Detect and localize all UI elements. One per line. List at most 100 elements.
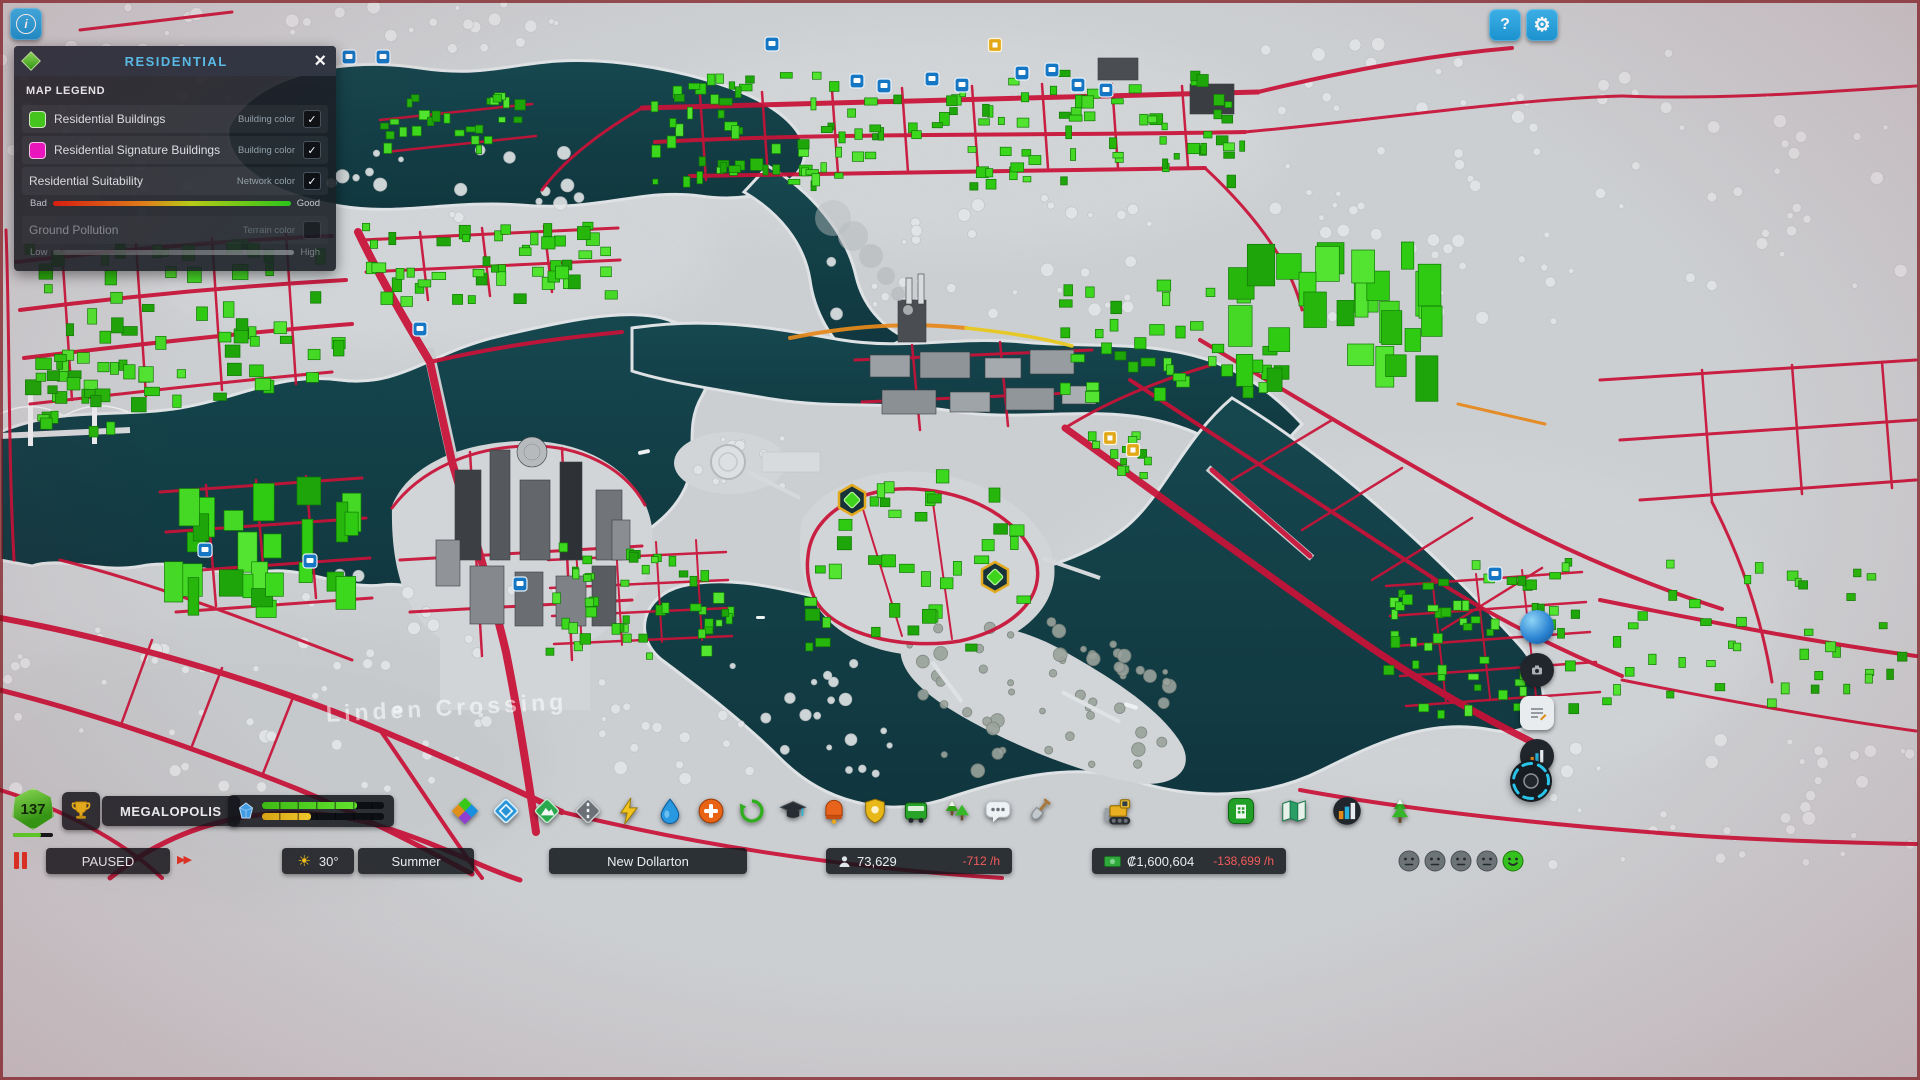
residential-buildings-checkbox[interactable]: ✓ <box>303 110 321 128</box>
areas-icon[interactable] <box>487 792 525 830</box>
transit-stop-marker-icon[interactable] <box>764 36 780 52</box>
map-view-button[interactable] <box>1520 610 1554 644</box>
population-trend: -712 /h <box>962 854 1000 868</box>
signature-buildings-checkbox[interactable]: ✓ <box>303 141 321 159</box>
milestone-name[interactable]: MEGALOPOLIS <box>102 796 240 826</box>
treasury-trend: -138,699 /h <box>1213 854 1274 868</box>
notes-icon <box>1531 708 1547 721</box>
happiness-face-neutral <box>1450 850 1472 872</box>
education-icon[interactable] <box>774 792 812 830</box>
water-icon[interactable] <box>651 792 689 830</box>
info-toolbar <box>1222 792 1419 830</box>
temperature-display[interactable]: ☀ 30° <box>282 848 354 874</box>
fire-rescue-icon[interactable] <box>815 792 853 830</box>
suitability-gradient-bar <box>52 201 291 206</box>
right-tool-stack <box>1520 610 1554 773</box>
construction-toolbar <box>446 792 1058 830</box>
pollution-scale: Low High <box>30 247 320 258</box>
happiness-face-neutral <box>1398 850 1420 872</box>
sun-icon: ☀ <box>297 853 311 870</box>
population-display[interactable]: 73,629 -712 /h <box>826 848 1012 874</box>
garbage-icon[interactable] <box>733 792 771 830</box>
residential-color-swatch <box>29 110 46 128</box>
map-tiles-icon[interactable] <box>1275 792 1313 830</box>
treasury-display[interactable]: ₡1,600,604 -138,699 /h <box>1092 848 1286 874</box>
transit-stop-marker-icon[interactable] <box>512 576 528 592</box>
transit-stop-marker-icon[interactable] <box>1044 62 1060 78</box>
transport-icon[interactable] <box>897 792 935 830</box>
transit-stop-marker-icon[interactable] <box>1098 82 1114 98</box>
achievements-button[interactable] <box>62 792 100 830</box>
terrain-icon[interactable] <box>528 792 566 830</box>
residential-infoview-panel: RESIDENTIAL × MAP LEGEND Residential Bui… <box>14 46 336 271</box>
help-icon: ? <box>1500 16 1510 33</box>
milestone-marker-icon[interactable] <box>980 560 1010 594</box>
bulldozer-icon[interactable] <box>1098 790 1140 832</box>
communications-icon[interactable] <box>979 792 1017 830</box>
progress-pill[interactable] <box>228 795 394 827</box>
transit-stop-marker-icon[interactable] <box>197 542 213 558</box>
simulation-state: PAUSED <box>46 848 170 874</box>
speed-control[interactable]: ▶▶ <box>177 853 192 866</box>
pollution-checkbox[interactable] <box>303 221 321 239</box>
zones-icon[interactable] <box>446 792 484 830</box>
transit-stop-marker-icon[interactable] <box>341 49 357 65</box>
radio-button[interactable] <box>1508 758 1554 809</box>
progress-bars <box>262 802 384 820</box>
poi-marker-icon[interactable] <box>1125 442 1141 458</box>
transit-stop-marker-icon[interactable] <box>876 78 892 94</box>
milestone-marker-icon[interactable] <box>837 483 867 517</box>
transit-stop-marker-icon[interactable] <box>302 553 318 569</box>
info-button[interactable]: i <box>10 8 42 40</box>
health-icon[interactable] <box>692 792 730 830</box>
photo-mode-button[interactable] <box>1520 653 1554 687</box>
transit-stop-marker-icon[interactable] <box>924 71 940 87</box>
gear-icon: ⚙ <box>1533 14 1551 36</box>
money-icon <box>1104 855 1121 867</box>
happiness-indicator[interactable] <box>1398 850 1524 872</box>
nature-icon[interactable] <box>1381 792 1419 830</box>
journal-button[interactable] <box>1520 696 1554 730</box>
suitability-checkbox[interactable]: ✓ <box>303 172 321 190</box>
milestone-xp-bar <box>13 833 53 837</box>
residential-zone-icon <box>21 51 41 71</box>
happiness-face-neutral <box>1476 850 1498 872</box>
legend-row-suitability: Residential Suitability Network color ✓ <box>22 167 328 195</box>
city-services-icon[interactable] <box>1222 792 1260 830</box>
transit-stop-marker-icon[interactable] <box>375 49 391 65</box>
suitability-scale: Bad Good <box>30 198 320 209</box>
roads-icon[interactable] <box>569 792 607 830</box>
panel-title: RESIDENTIAL <box>124 53 228 69</box>
settings-button[interactable]: ⚙ <box>1526 9 1558 41</box>
pause-button[interactable] <box>14 852 27 869</box>
poi-marker-icon[interactable] <box>987 37 1003 53</box>
transit-stop-marker-icon[interactable] <box>1070 77 1086 93</box>
info-icon: i <box>16 14 36 34</box>
signature-color-swatch <box>29 141 46 159</box>
statistics-icon[interactable] <box>1328 792 1366 830</box>
transit-stop-marker-icon[interactable] <box>1014 65 1030 81</box>
electricity-icon[interactable] <box>610 792 648 830</box>
game-viewport: Linden Crossing i ? ⚙ RESIDENTIAL × MAP … <box>0 0 1920 1080</box>
happiness-face-neutral <box>1424 850 1446 872</box>
season-display[interactable]: Summer <box>358 848 474 874</box>
poi-marker-icon[interactable] <box>1102 430 1118 446</box>
parks-icon[interactable] <box>938 792 976 830</box>
close-icon[interactable]: × <box>314 51 326 71</box>
transit-stop-marker-icon[interactable] <box>1487 566 1503 582</box>
city-name-display[interactable]: New Dollarton <box>549 848 747 874</box>
legend-row-residential-buildings: Residential Buildings Building color ✓ <box>22 105 328 133</box>
panel-header: RESIDENTIAL × <box>14 46 336 76</box>
landscaping-icon[interactable] <box>1020 792 1058 830</box>
transit-stop-marker-icon[interactable] <box>954 77 970 93</box>
help-button[interactable]: ? <box>1489 9 1521 41</box>
xp-progress-bar <box>262 802 384 809</box>
police-icon[interactable] <box>856 792 894 830</box>
camera-icon <box>1532 665 1542 675</box>
dev-points-bar <box>262 813 384 820</box>
legend-row-pollution: Ground Pollution Terrain color <box>22 216 328 244</box>
transit-stop-marker-icon[interactable] <box>412 321 428 337</box>
population-icon <box>839 855 850 867</box>
transit-stop-marker-icon[interactable] <box>849 73 865 89</box>
legend-heading: MAP LEGEND <box>26 85 106 97</box>
